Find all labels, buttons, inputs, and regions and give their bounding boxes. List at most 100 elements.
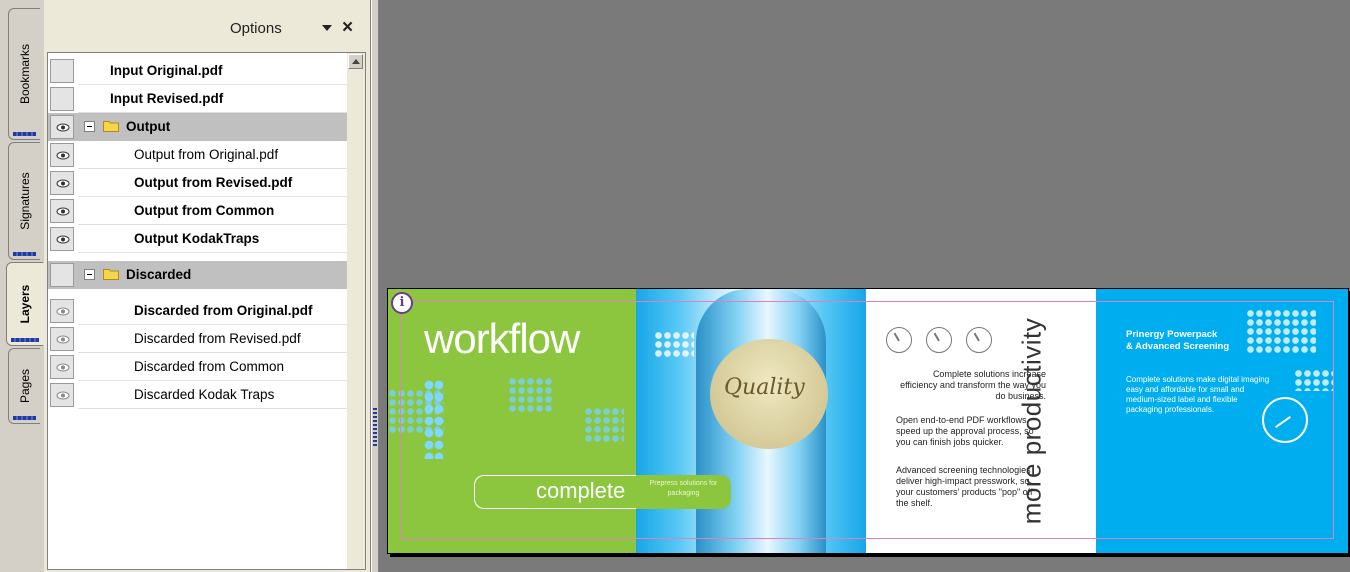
layer-name: Output from Revised.pdf [134,175,293,190]
visibility-toggle[interactable] [50,327,74,351]
eye-icon [56,207,70,216]
prinergy-title: Prinergy Powerpack & Advanced Screening [1126,329,1229,353]
artwork-bottle-panel: Quality [636,289,866,553]
layer-row-output-from-revised[interactable]: Output from Revised.pdf [48,169,348,197]
layer-name: Output KodakTraps [134,231,260,246]
options-menu-button[interactable]: Options [230,20,282,37]
eye-icon [56,307,70,316]
tab-bookmarks-grip [13,132,36,136]
close-panel-button[interactable]: × [342,17,353,39]
scroll-up-arrow-icon[interactable] [348,54,363,69]
visibility-toggle[interactable] [50,199,74,223]
gauge-icon [886,327,912,353]
visibility-toggle[interactable] [50,143,74,167]
collapse-toggle-icon[interactable] [84,121,95,132]
layer-name: Output from Original.pdf [134,147,279,162]
info-icon[interactable]: i [391,292,413,314]
layer-group-output[interactable]: Output [48,113,348,141]
arrow-dot-pattern [1294,369,1334,391]
gauge-icon [926,327,952,353]
visibility-toggle-empty[interactable] [50,59,74,83]
tab-bookmarks[interactable]: Bookmarks [8,8,40,140]
visibility-toggle-empty[interactable] [50,87,74,111]
clock-icon [1262,397,1308,443]
layer-list-scrollbar[interactable] [347,52,366,570]
tab-layers[interactable]: Layers [6,262,44,346]
layer-group-discarded[interactable]: Discarded [48,261,348,289]
chevron-down-icon[interactable] [322,25,332,31]
eye-icon [56,235,70,244]
layer-row-output-from-common[interactable]: Output from Common [48,197,348,225]
tab-pages-label: Pages [17,368,32,404]
eye-icon [56,123,70,132]
eye-icon [56,151,70,160]
artwork-green-panel: workflow complete [388,289,636,553]
headline-workflow: workflow [424,315,580,362]
layers-panel-header: Options × [44,0,370,48]
info-glyph: i [399,295,405,310]
collapse-toggle-icon[interactable] [84,269,95,280]
row-divider [78,252,348,253]
tab-layers-label: Layers [18,284,32,324]
layer-name: Discarded from Original.pdf [134,303,313,318]
folder-icon [103,269,119,280]
tab-layers-grip [11,338,39,342]
eye-icon [56,335,70,344]
layer-row-output-kodaktraps[interactable]: Output KodakTraps [48,225,348,253]
tab-bookmarks-label: Bookmarks [17,43,32,105]
visibility-toggle[interactable] [50,227,74,251]
layer-row-input-original[interactable]: Input Original.pdf [48,57,348,85]
panel-splitter[interactable] [371,0,379,572]
splitter-grip[interactable] [373,408,377,448]
layer-name: Input Original.pdf [110,63,223,78]
layer-row-discarded-from-revised[interactable]: Discarded from Revised.pdf [48,325,348,353]
eye-icon [56,179,70,188]
arrow-dot-pattern [508,377,554,413]
prepress-tag-text: Prepress solutions for packaging [649,480,718,497]
layers-panel: Options × Input Original.pdf Input Revis… [44,0,371,572]
artwork-cyan-panel: Prinergy Powerpack & Advanced Screening … [1096,289,1348,553]
layer-row-discarded-from-common[interactable]: Discarded from Common [48,353,348,381]
visibility-toggle[interactable] [50,171,74,195]
tab-signatures[interactable]: Signatures [8,142,40,260]
headline-more-productivity: more productivity [1016,317,1047,525]
visibility-toggle[interactable] [50,115,74,139]
pdf-page: workflow complete Quality Prepress solut… [387,288,1349,554]
layer-name: Discarded from Common [134,359,285,374]
document-view[interactable]: workflow complete Quality Prepress solut… [379,0,1350,572]
prinergy-description: Complete solutions make digital imaging … [1126,375,1270,414]
arrow-dot-pattern [1246,309,1316,355]
visibility-toggle[interactable] [50,355,74,379]
arrow-dot-pattern [584,407,624,443]
layer-row-discarded-from-original[interactable]: Discarded from Original.pdf [48,297,348,325]
layer-name: Input Revised.pdf [110,91,224,106]
folder-icon [103,121,119,132]
arrow-dot-pattern [654,331,694,359]
layer-row-input-revised[interactable]: Input Revised.pdf [48,85,348,113]
row-divider [78,408,348,409]
layer-name: Discarded Kodak Traps [134,387,275,402]
layer-row-discarded-kodak-traps[interactable]: Discarded Kodak Traps [48,381,348,409]
tab-signatures-grip [13,252,36,256]
layer-name: Output from Common [134,203,275,218]
prinergy-title-line-1: Prinergy Powerpack [1126,329,1218,340]
prinergy-title-line-2: & Advanced Screening [1126,341,1230,352]
eye-icon [56,391,70,400]
tab-pages[interactable]: Pages [8,348,40,424]
layer-list: Input Original.pdf Input Revised.pdf Out… [47,52,349,570]
tagline-complete: complete [536,478,626,503]
visibility-toggle[interactable] [50,299,74,323]
tab-signatures-label: Signatures [17,172,32,230]
eye-icon [56,363,70,372]
visibility-toggle-empty[interactable] [50,263,74,287]
visibility-toggle[interactable] [50,383,74,407]
layer-row-output-from-original[interactable]: Output from Original.pdf [48,141,348,169]
bottle-label-quality: Quality [724,375,805,400]
dot-column [424,379,444,459]
tab-pages-grip [13,416,36,420]
artwork-text-panel: Complete solutions increase efficiency a… [866,289,1096,553]
layer-name: Discarded from Revised.pdf [134,331,301,346]
layer-group-name: Output [126,119,171,134]
layer-group-name: Discarded [126,267,192,282]
panel-tab-strip: Bookmarks Signatures Layers Pages [0,0,45,572]
